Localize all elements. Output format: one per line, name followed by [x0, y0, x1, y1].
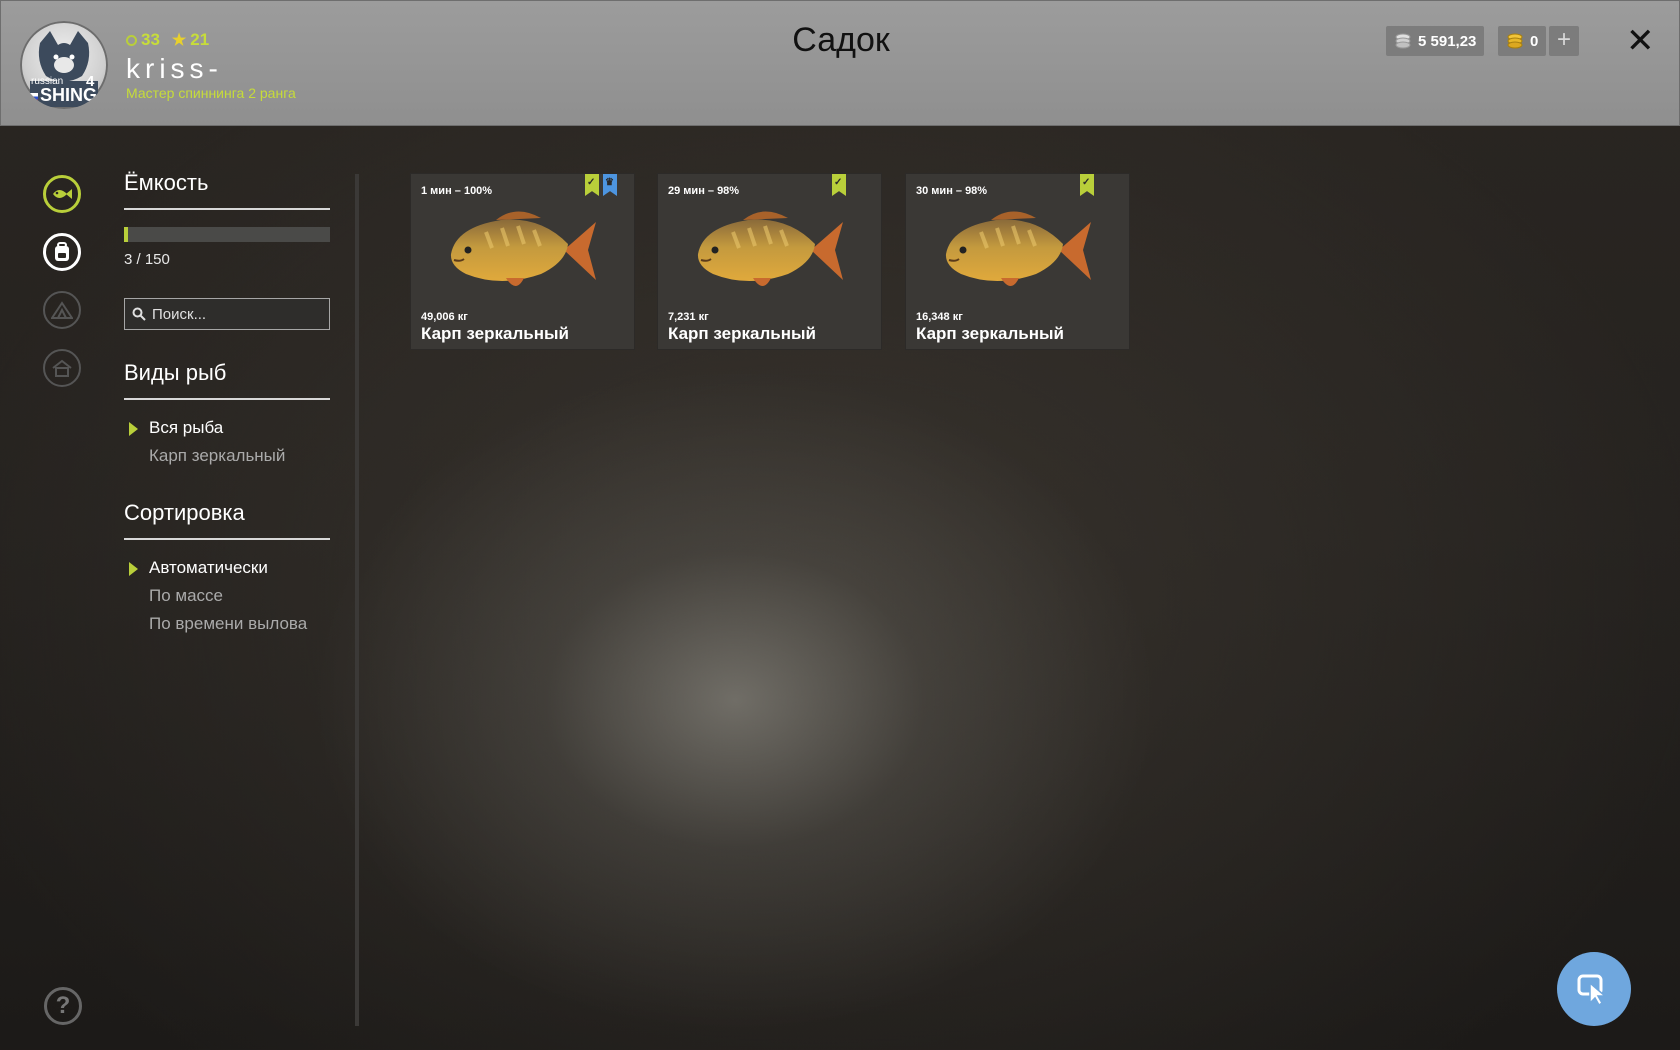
sort-item-auto[interactable]: Автоматически	[124, 554, 330, 582]
search-box[interactable]	[124, 298, 330, 330]
sort-item-label: По массе	[149, 586, 223, 605]
capacity-fill	[124, 227, 129, 242]
backpack-tab[interactable]	[43, 233, 81, 271]
trophy-crown-badge-icon: ♛	[603, 174, 617, 196]
catch-time: 29 мин – 98%	[668, 185, 740, 197]
backpack-icon	[55, 242, 69, 261]
fish-card[interactable]: 30 мин – 98% 16,348 кг Карп зеркальный ✓	[905, 173, 1130, 350]
gold-coins-icon	[1507, 33, 1523, 49]
fish-icon	[53, 189, 72, 199]
help-button[interactable]: ?	[44, 987, 82, 1025]
tent-icon	[51, 301, 73, 319]
capacity-title: Ёмкость	[124, 170, 330, 210]
selected-arrow-icon	[129, 422, 138, 436]
close-button[interactable]: ✕	[1626, 21, 1655, 61]
cursor-mode-button[interactable]	[1557, 952, 1631, 1026]
fish-weight: 49,006 кг	[421, 311, 468, 323]
fish-name: Карп зеркальный	[916, 324, 1064, 343]
fish-card[interactable]: 29 мин – 98% 7,231 кг Карп зеркальный ✓	[657, 173, 882, 350]
russia-flag-icon	[24, 93, 38, 103]
home-tab[interactable]	[43, 349, 81, 387]
gold-balance: 0	[1498, 26, 1547, 56]
check-badge-icon: ✓	[585, 174, 599, 196]
check-badge-icon: ✓	[1080, 174, 1094, 196]
catch-time: 1 мин – 100%	[421, 185, 493, 197]
mirror-carp-image	[450, 211, 596, 286]
top-bar: russian SHING 4 33 ★ 21 kriss- Мастер сп…	[0, 0, 1680, 126]
gold-amount: 0	[1530, 32, 1539, 50]
add-currency-button[interactable]: +	[1549, 26, 1579, 56]
mirror-carp-image	[945, 211, 1091, 286]
sort-item-time[interactable]: По времени вылова	[124, 610, 330, 638]
catch-time: 30 мин – 98%	[916, 185, 988, 197]
silver-coins-icon	[1395, 33, 1411, 49]
camp-tab[interactable]	[43, 291, 81, 329]
selected-arrow-icon	[129, 562, 138, 576]
filter-panel: Ёмкость 3 / 150 Виды рыб Вся рыба Карп з…	[124, 170, 330, 638]
mirror-carp-image	[697, 211, 843, 286]
search-icon	[132, 307, 146, 321]
silver-amount: 5 591,23	[1418, 32, 1477, 50]
house-icon	[52, 359, 72, 377]
species-title: Виды рыб	[124, 360, 330, 400]
keepnet-fish-tab[interactable]	[43, 175, 81, 213]
capacity-text: 3 / 150	[124, 251, 170, 268]
species-item-all[interactable]: Вся рыба	[124, 414, 330, 442]
sort-item-label: По времени вылова	[149, 614, 308, 633]
fish-card[interactable]: 1 мин – 100% 49,006 кг Карп зеркальный ✓ ♛	[410, 173, 635, 350]
fish-weight: 7,231 кг	[668, 311, 709, 323]
species-item-mirror-carp[interactable]: Карп зеркальный	[124, 442, 330, 470]
player-rank: Мастер спиннинга 2 ранга	[126, 85, 296, 101]
fish-weight: 16,348 кг	[916, 311, 963, 323]
panel-divider	[355, 174, 359, 1026]
sorting-list: Автоматически По массе По времени вылова	[124, 554, 330, 638]
silver-balance: 5 591,23	[1386, 26, 1485, 56]
cursor-icon	[1577, 974, 1608, 1007]
search-input[interactable]	[152, 305, 322, 323]
capacity-bar	[124, 227, 330, 242]
sort-item-weight[interactable]: По массе	[124, 582, 330, 610]
sort-item-label: Автоматически	[149, 558, 268, 577]
species-list: Вся рыба Карп зеркальный	[124, 414, 330, 470]
fish-name: Карп зеркальный	[421, 324, 569, 343]
logo-number: 4	[86, 73, 95, 90]
fish-name: Карп зеркальный	[668, 324, 816, 343]
check-badge-icon: ✓	[832, 174, 846, 196]
species-item-label: Карп зеркальный	[149, 446, 286, 465]
species-item-label: Вся рыба	[149, 418, 224, 437]
sorting-title: Сортировка	[124, 500, 330, 540]
